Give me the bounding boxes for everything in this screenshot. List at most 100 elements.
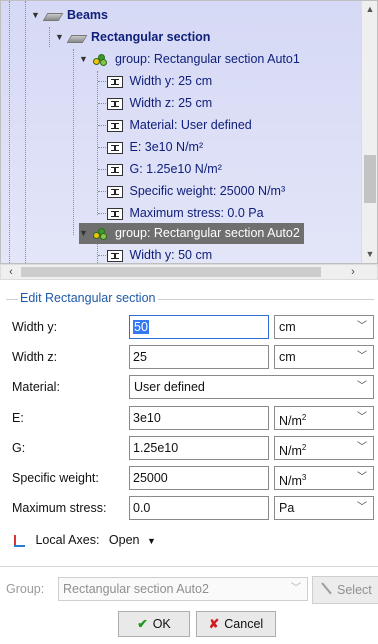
tree-connector	[25, 1, 26, 263]
scrollbar-thumb[interactable]	[364, 155, 376, 203]
tree-connector	[9, 1, 10, 263]
expand-arrow-icon[interactable]: ▼	[31, 5, 41, 26]
tree-connector	[98, 103, 106, 104]
width-y-unit: cm	[279, 320, 296, 334]
caret-down-icon: ▼	[146, 536, 156, 546]
maximum-stress-unit-dropdown[interactable]: Pa ﹀	[274, 496, 374, 520]
scroll-right-icon[interactable]: ›	[345, 265, 361, 281]
local-axes-value: Open	[108, 533, 140, 547]
tree-leaf-specific-weight[interactable]: Specific weight: 25000 N/m³	[107, 181, 285, 202]
tree-leaf-width-y-2[interactable]: Width y: 50 cm	[107, 245, 212, 263]
property-icon	[107, 97, 123, 110]
tree-connector	[98, 255, 106, 256]
width-y-unit-dropdown[interactable]: cm ﹀	[274, 315, 374, 339]
chevron-down-icon: ﹀	[357, 472, 367, 483]
tree-leaf-width-z[interactable]: Width z: 25 cm	[107, 93, 212, 114]
g-unit: N/m	[279, 444, 302, 459]
group-icon	[92, 53, 108, 67]
specific-weight-unit-dropdown[interactable]: N/m3 ﹀	[274, 466, 374, 490]
scroll-up-icon[interactable]: ▲	[362, 1, 377, 17]
chevron-down-icon: ﹀	[357, 381, 367, 392]
g-input[interactable]: 1.25e10	[129, 436, 269, 460]
group-dropdown[interactable]: Rectangular section Auto2 ﹀	[58, 577, 308, 601]
e-label: E:	[12, 411, 24, 425]
tree-vertical-scrollbar[interactable]: ▲ ▼	[361, 1, 377, 263]
tree-leaf-e[interactable]: E: 3e10 N/m²	[107, 137, 203, 158]
axes-icon	[12, 534, 26, 548]
local-axes-label: Local Axes:	[35, 533, 100, 547]
width-z-unit-dropdown[interactable]: cm ﹀	[274, 345, 374, 369]
width-z-input[interactable]: 25	[129, 345, 269, 369]
property-icon	[107, 163, 123, 176]
tree-leaf-g[interactable]: G: 1.25e10 N/m²	[107, 159, 222, 180]
width-z-label: Width z:	[12, 350, 58, 364]
material-value: User defined	[134, 380, 205, 394]
tree-connector	[98, 191, 106, 192]
chevron-down-icon: ﹀	[357, 502, 367, 513]
tree-leaf-maximum-stress[interactable]: Maximum stress: 0.0 Pa	[107, 203, 264, 224]
property-icon	[107, 141, 123, 154]
section-tree[interactable]: ▼ Beams ▼ Rectangular section ▼ group: R…	[0, 0, 378, 264]
tree-connector	[98, 81, 106, 82]
divider	[0, 566, 378, 567]
g-unit-dropdown[interactable]: N/m2 ﹀	[274, 436, 374, 460]
property-icon	[107, 185, 123, 198]
specific-weight-unit: N/m	[279, 474, 302, 489]
material-dropdown[interactable]: User defined ﹀	[129, 375, 374, 399]
ok-button-label: OK	[152, 617, 171, 631]
cancel-button[interactable]: ✘ Cancel	[196, 611, 276, 637]
e-unit-exponent: 2	[301, 413, 307, 422]
tree-leaf-material[interactable]: Material: User defined	[107, 115, 252, 136]
group-icon	[92, 227, 108, 241]
expand-arrow-icon[interactable]: ▼	[79, 223, 89, 244]
chevron-down-icon: ﹀	[357, 442, 367, 453]
tree-connector	[97, 71, 98, 215]
tree-connector	[98, 213, 106, 214]
x-icon: ✘	[208, 617, 220, 631]
width-y-label: Width y:	[12, 320, 58, 334]
group-value: Rectangular section Auto2	[63, 582, 209, 596]
material-label: Material:	[12, 380, 60, 394]
select-button[interactable]: Select	[312, 576, 378, 604]
scroll-left-icon[interactable]: ‹	[3, 265, 19, 281]
tree-horizontal-scrollbar[interactable]: ‹ ›	[0, 264, 378, 280]
cursor-icon	[319, 583, 333, 597]
tree-node-rectangular-section[interactable]: ▼ Rectangular section	[55, 27, 210, 48]
group-label: Group:	[6, 582, 45, 596]
maximum-stress-unit: Pa	[279, 501, 295, 515]
scroll-down-icon[interactable]: ▼	[362, 246, 377, 262]
tree-connector	[98, 147, 106, 148]
property-icon	[107, 249, 123, 262]
chevron-down-icon: ﹀	[357, 321, 367, 332]
edit-group-title: Edit Rectangular section	[18, 291, 158, 305]
tree-leaf-width-y[interactable]: Width y: 25 cm	[107, 71, 212, 92]
tree-connector	[73, 49, 74, 235]
expand-arrow-icon[interactable]: ▼	[55, 27, 65, 48]
beam-icon	[68, 32, 84, 44]
maximum-stress-label: Maximum stress:	[12, 501, 107, 515]
tree-node-beams[interactable]: ▼ Beams	[31, 5, 108, 26]
scrollbar-thumb[interactable]	[21, 267, 321, 277]
maximum-stress-input[interactable]: 0.0	[129, 496, 269, 520]
specific-weight-input[interactable]: 25000	[129, 466, 269, 490]
property-icon	[107, 119, 123, 132]
width-z-unit: cm	[279, 350, 296, 364]
select-button-label: Select	[337, 583, 372, 597]
e-unit: N/m	[279, 414, 302, 429]
local-axes-toggle[interactable]: Open ▼	[109, 533, 156, 547]
property-icon	[107, 75, 123, 88]
specific-weight-unit-exponent: 3	[301, 473, 307, 482]
ok-button[interactable]: ✔ OK	[118, 611, 190, 637]
expand-arrow-icon[interactable]: ▼	[79, 49, 89, 70]
tree-node-group-auto1[interactable]: ▼ group: Rectangular section Auto1	[79, 49, 300, 70]
e-input[interactable]: 3e10	[129, 406, 269, 430]
tree-node-group-auto2[interactable]: ▼ group: Rectangular section Auto2	[79, 223, 304, 244]
tree-connector	[98, 125, 106, 126]
tree-connector	[49, 27, 50, 47]
e-unit-dropdown[interactable]: N/m2 ﹀	[274, 406, 374, 430]
chevron-down-icon: ﹀	[291, 583, 301, 594]
width-y-input[interactable]: 50	[129, 315, 269, 339]
beam-icon	[44, 10, 60, 22]
tree-connector	[97, 243, 98, 263]
g-unit-exponent: 2	[301, 443, 307, 452]
